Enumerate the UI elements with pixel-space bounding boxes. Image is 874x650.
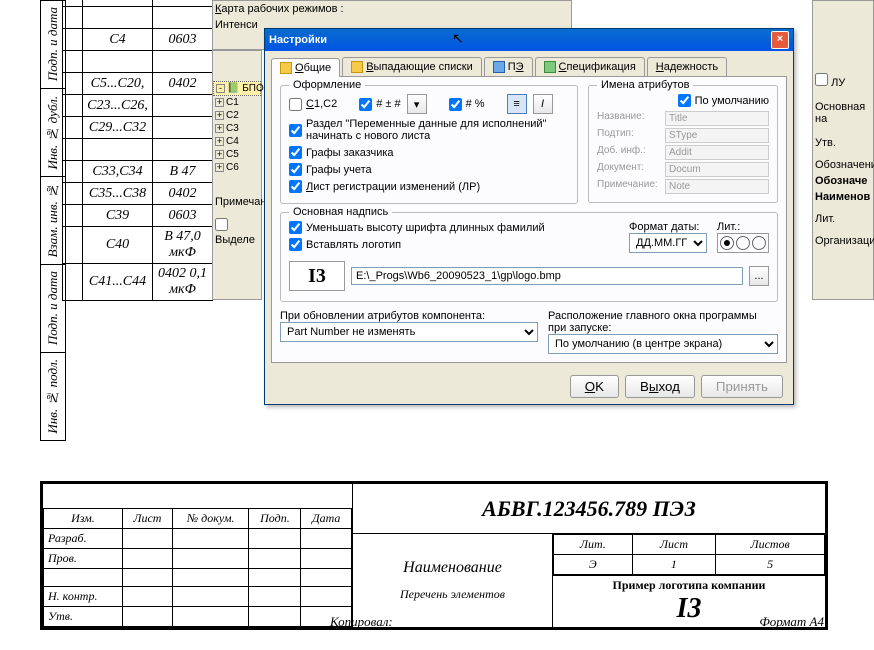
tree-item-selected[interactable]: -📗 БПО: [213, 81, 261, 96]
group-attrs: Имена атрибутов По умолчанию Название:Ti…: [588, 85, 778, 203]
side-label: Подп. и дата: [45, 7, 61, 81]
component-table: C30603 C40603 C5...C20,0402 C23...C26, C…: [62, 0, 213, 301]
italic-btn[interactable]: I: [533, 94, 553, 114]
tab-dropdowns[interactable]: Выпадающие списки: [342, 57, 482, 76]
date-format-select[interactable]: ДД.ММ.ГГ: [629, 233, 707, 253]
attr-addit: Addit: [665, 145, 769, 160]
date-format-label: Формат даты:: [629, 221, 707, 233]
exit-button[interactable]: Выход: [625, 375, 695, 398]
bg-tree: -📗 БПО +C1 +C2 +C3 +C4 +C5 +C6 Примечани…: [212, 50, 262, 300]
attr-title: Title: [665, 111, 769, 126]
side-label: Инв. № подл.: [45, 359, 61, 434]
hash-percent-checkbox[interactable]: [449, 98, 462, 111]
tab-spec[interactable]: Спецификация: [535, 57, 645, 76]
group-design: Оформление C1,C2 # ± # ▾ # % ≡ I Раздел …: [280, 85, 578, 204]
tab-reliability[interactable]: Надежность: [647, 57, 727, 76]
attr-docum: Docum: [665, 162, 769, 177]
side-label: Взам. инв. №: [45, 183, 61, 257]
tab-bar: Общие Выпадающие списки ПЭ Спецификация …: [271, 57, 787, 77]
group-main-inscription: Основная надпись Уменьшать высоту шрифта…: [280, 212, 778, 302]
logo-checkbox[interactable]: [289, 238, 302, 251]
tab-icon: [544, 61, 556, 73]
attr-stype: SType: [665, 128, 769, 143]
tab-icon: [280, 62, 292, 74]
side-label: Подп. и дата: [45, 271, 61, 345]
drawing-code: АБВГ.123456.789 ПЭЗ: [482, 496, 696, 521]
tab-icon: [351, 61, 363, 73]
lr-checkbox[interactable]: [289, 180, 302, 193]
title-block: Изм.Лист№ докум.Подп.Дата Разраб. Пров. …: [40, 481, 828, 630]
default-checkbox[interactable]: [678, 94, 691, 107]
uchet-checkbox[interactable]: [289, 163, 302, 176]
close-icon[interactable]: ×: [771, 31, 789, 49]
drawing-name: Наименование: [357, 559, 548, 577]
lit-radio-group[interactable]: [717, 233, 769, 253]
tab-pe[interactable]: ПЭ: [484, 57, 533, 76]
hash-plusminus-checkbox[interactable]: [359, 98, 372, 111]
side-label: Инв. № дубл.: [45, 96, 61, 170]
zakaz-checkbox[interactable]: [289, 146, 302, 159]
logo-path-input[interactable]: [351, 267, 743, 285]
lu-checkbox[interactable]: [815, 73, 828, 86]
tree-item[interactable]: +C4: [213, 135, 261, 148]
tab-panel: Оформление C1,C2 # ± # ▾ # % ≡ I Раздел …: [271, 77, 787, 363]
settings-dialog: Настройки × Общие Выпадающие списки ПЭ С…: [264, 28, 794, 405]
tab-general[interactable]: Общие: [271, 58, 340, 77]
update-label: При обновлении атрибутов компонента:: [280, 310, 538, 322]
align-btn[interactable]: ≡: [507, 94, 527, 114]
bg-right-panel: ЛУ Основная на Утв. Обозначени Обозначе …: [812, 0, 874, 300]
tree-item[interactable]: +C2: [213, 109, 261, 122]
logo-preview: I3: [289, 261, 345, 291]
update-select[interactable]: Part Number не изменять: [280, 322, 538, 342]
browse-button[interactable]: ...: [749, 266, 769, 286]
tree-item[interactable]: +C1: [213, 96, 261, 109]
tree-item[interactable]: +C6: [213, 161, 261, 174]
tree-item[interactable]: +C3: [213, 122, 261, 135]
tab-icon: [493, 61, 505, 73]
format-label: Формат А4: [759, 614, 824, 630]
lit-label: Лит.:: [717, 221, 769, 233]
position-label: Расположение главного окна программы при…: [548, 310, 778, 334]
dialog-buttons: OK Выход Принять: [265, 369, 793, 404]
razdel-checkbox[interactable]: [289, 124, 302, 137]
apply-button[interactable]: Принять: [701, 375, 783, 398]
attr-note: Note: [665, 179, 769, 194]
bg-checkbox[interactable]: [215, 218, 228, 231]
copied-label: Копировал:: [330, 614, 393, 630]
dialog-title: Настройки: [269, 34, 327, 46]
ok-button[interactable]: OK: [570, 375, 619, 398]
titlebar[interactable]: Настройки ×: [265, 29, 793, 51]
position-select[interactable]: По умолчанию (в центре экрана): [548, 334, 778, 354]
c1c2-checkbox[interactable]: [289, 98, 302, 111]
font-checkbox[interactable]: [289, 221, 302, 234]
tree-item[interactable]: +C5: [213, 148, 261, 161]
format-btn[interactable]: ▾: [407, 94, 427, 114]
